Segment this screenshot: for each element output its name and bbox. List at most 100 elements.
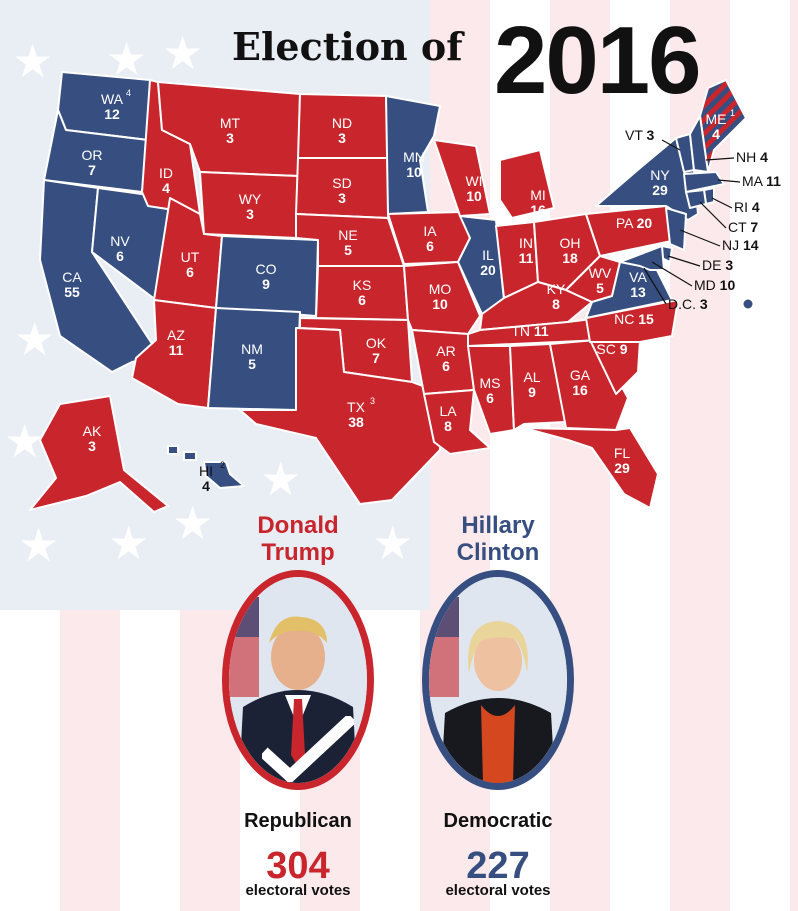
state-abbr: GA (570, 367, 591, 383)
state-electoral-votes: 5 (248, 356, 256, 372)
state-electoral-votes: 15 (638, 311, 654, 327)
leader-line (711, 197, 733, 209)
state-electoral-votes: 9 (620, 341, 628, 357)
state-abbr: MN (403, 149, 425, 165)
state-electoral-votes: 13 (630, 284, 646, 300)
state-abbr: SD (332, 175, 351, 191)
state-abbr: OH (560, 235, 581, 251)
state-abbr: ND (332, 115, 352, 131)
state-electoral-votes: 10 (432, 296, 448, 312)
state-label-nc: NC 15 (614, 311, 654, 327)
state-label-mi: MI 16 (530, 187, 546, 218)
leader-line (699, 201, 727, 229)
dc-marker (743, 299, 753, 309)
state-abbr: MA (742, 173, 766, 189)
state-abbr: ME (706, 111, 727, 127)
republican-party-label: Republican (244, 810, 352, 832)
state-electoral-votes: 4 (760, 149, 768, 165)
state-electoral-votes: 11 (169, 342, 184, 358)
state-electoral-votes: 5 (344, 242, 352, 258)
state-electoral-votes: 6 (486, 390, 494, 406)
state-abbr: NM (241, 341, 263, 357)
state-ak (29, 395, 169, 513)
state-abbr: NY (650, 167, 670, 183)
democratic-electoral-votes: 227 (466, 845, 530, 887)
state-electoral-votes: 20 (637, 215, 653, 231)
check-mark-icon (262, 716, 354, 782)
democratic-votes-label: electoral votes (445, 882, 551, 899)
state-abbr: OR (82, 147, 103, 163)
state-label-oh: OH 18 (560, 235, 581, 266)
democratic-portrait (422, 570, 574, 790)
state-label-fl: FL 29 (614, 445, 631, 476)
republican-electoral-votes: 304 (266, 845, 330, 887)
state-abbr: OK (366, 335, 387, 351)
state-label-il: IL 20 (480, 247, 496, 278)
state-electoral-votes: 3 (88, 438, 96, 454)
state-label-nj: NJ 14 (722, 237, 759, 253)
democratic-last-name: Clinton (456, 539, 540, 566)
state-label-tx: TX 38 (347, 399, 366, 430)
state-abbr: MI (530, 187, 546, 203)
state-label-de: DE 3 (702, 257, 733, 273)
state-electoral-votes: 16 (572, 382, 588, 398)
state-abbr: TX (347, 399, 366, 415)
republican-first-name: Donald (257, 512, 339, 539)
state-abbr: AR (436, 343, 455, 359)
state-abbr: AL (523, 369, 540, 385)
state-electoral-votes: 55 (64, 284, 80, 300)
state-electoral-votes: 4 (752, 199, 760, 215)
state-electoral-votes: 3 (226, 130, 234, 146)
state-abbr: MS (480, 375, 501, 391)
state-abbr: VT (625, 127, 647, 143)
state-electoral-votes: 5 (596, 280, 604, 296)
state-abbr: WY (239, 191, 262, 207)
state-electoral-votes: 4 (712, 126, 720, 142)
state-footnote-marker: 1 (730, 108, 735, 118)
state-electoral-votes: 16 (530, 202, 546, 218)
state-abbr: HI (199, 463, 213, 479)
state-electoral-votes: 8 (552, 296, 560, 312)
state-label-dc: D.C. 3 (668, 296, 708, 312)
state-label-md: MD 10 (694, 277, 735, 293)
state-label-ca: CA 55 (62, 269, 82, 300)
state-abbr: IL (482, 247, 494, 263)
state-label-sc: SC 9 (596, 341, 627, 357)
state-label-ny: NY 29 (650, 167, 670, 198)
state-electoral-votes: 10 (406, 164, 422, 180)
state-fl (523, 427, 659, 509)
state-electoral-votes: 3 (647, 127, 655, 143)
state-electoral-votes: 18 (562, 250, 578, 266)
state-electoral-votes: 8 (444, 418, 452, 434)
state-abbr: NH (736, 149, 760, 165)
state-abbr: CA (62, 269, 82, 285)
state-footnote-marker: 4 (126, 88, 131, 98)
state-abbr: KS (353, 277, 372, 293)
state-electoral-votes: 7 (372, 350, 380, 366)
state-label-ma: MA 11 (742, 173, 781, 189)
us-electoral-map: WA 124OR 7CA 55NV 6ID 4MT 3WY 3UT 6 CO 9AZ 11 NM 5ND 3… (29, 71, 781, 513)
state-abbr: WI (465, 173, 482, 189)
state-abbr: ID (159, 165, 173, 181)
republican-votes-label: electoral votes (245, 882, 351, 899)
state-abbr: RI (734, 199, 752, 215)
democratic-first-name: Hillary (461, 512, 535, 539)
state-abbr: MO (429, 281, 452, 297)
state-footnote-marker: 2 (220, 460, 225, 470)
state-abbr: AK (83, 423, 102, 439)
state-electoral-votes: 38 (348, 414, 364, 430)
leader-line (667, 255, 701, 267)
state-abbr: LA (439, 403, 457, 419)
state-label-hi: HI 4 (199, 463, 213, 494)
state-label-az: AZ 11 (167, 327, 185, 358)
state-electoral-votes: 6 (116, 248, 124, 264)
state-abbr: KY (547, 281, 566, 297)
state-electoral-votes: 10 (466, 188, 482, 204)
state-label-mn: MN 10 (403, 149, 425, 180)
state-label-vt: VT 3 (625, 127, 655, 143)
state-electoral-votes: 3 (338, 130, 346, 146)
state-label-va: VA 13 (629, 269, 647, 300)
state-abbr: UT (181, 249, 200, 265)
state-nj (665, 207, 687, 251)
state-abbr: MT (220, 115, 241, 131)
